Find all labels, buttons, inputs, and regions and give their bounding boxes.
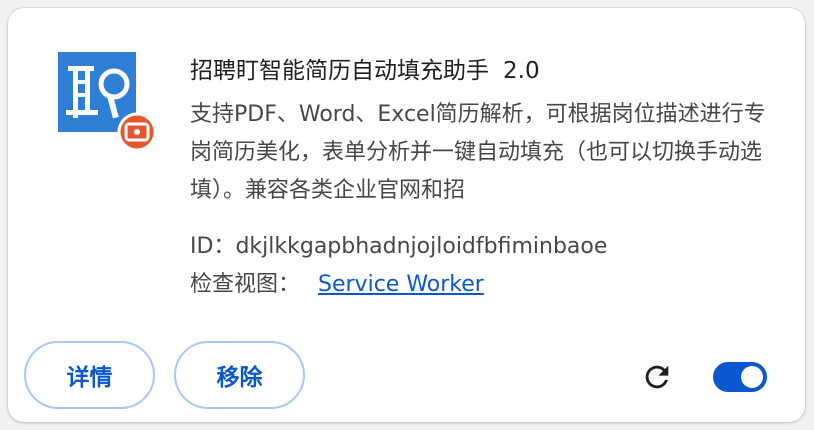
inspect-views-label: 检查视图： xyxy=(190,272,301,297)
enable-toggle[interactable] xyxy=(713,362,767,392)
extension-version: 2.0 xyxy=(503,58,540,84)
inspect-views-row: 检查视图： Service Worker xyxy=(190,266,484,298)
extension-id-row: ID：dkjlkkgapbhadnjojloidfbfiminbaoe xyxy=(190,228,607,260)
details-button[interactable]: 详情 xyxy=(24,341,155,409)
remove-button[interactable]: 移除 xyxy=(174,341,305,409)
reload-icon[interactable] xyxy=(640,360,674,394)
extension-title-row: 招聘盯智能简历自动填充助手 2.0 xyxy=(190,51,540,85)
id-value: dkjlkkgapbhadnjojloidfbfiminbaoe xyxy=(235,234,608,259)
service-worker-link[interactable]: Service Worker xyxy=(318,272,484,297)
extension-description: 支持PDF、Word、Excel简历解析，可根据岗位描述进行专岗简历美化，表单分… xyxy=(190,102,766,203)
id-label: ID： xyxy=(190,234,236,259)
extension-name: 招聘盯智能简历自动填充助手 xyxy=(190,58,489,84)
extension-icon xyxy=(58,52,157,152)
extension-card: 招聘盯智能简历自动填充助手 2.0 支持PDF、Word、Excel简历解析，可根… xyxy=(8,8,805,422)
toggle-knob xyxy=(741,366,763,388)
zhi-logo-icon xyxy=(58,52,157,152)
